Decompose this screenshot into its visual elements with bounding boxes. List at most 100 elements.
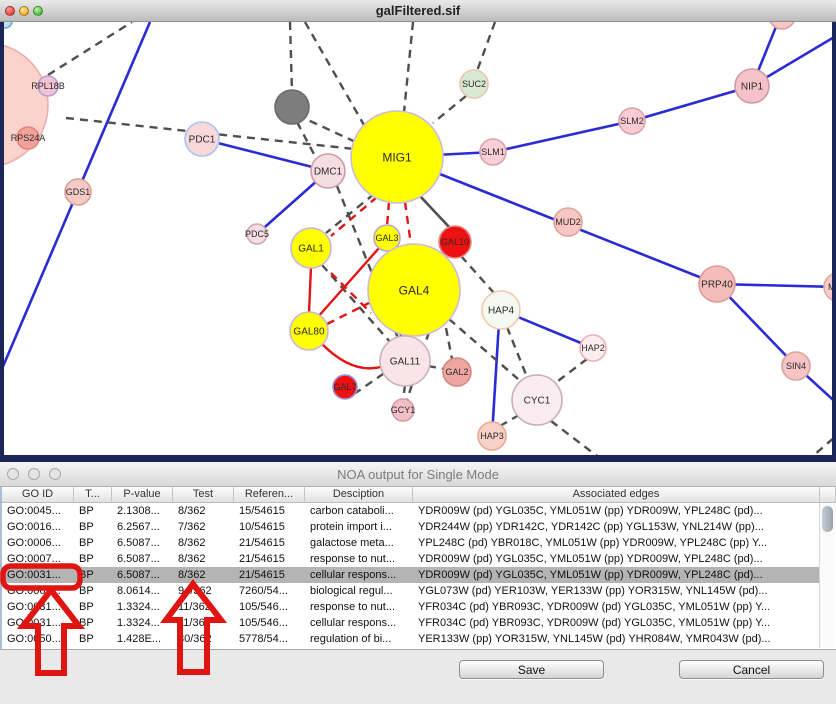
node-label-SLM2: SLM2 [620, 116, 644, 126]
cell: 105/546... [234, 599, 305, 615]
cell: 6.5087... [112, 567, 173, 583]
cell: GO:0031... [2, 615, 74, 631]
node-label-GAL10: GAL10 [441, 237, 469, 247]
cell: 7/362 [173, 519, 234, 535]
cell: 11/362 [173, 599, 234, 615]
column-header-associated-edges[interactable]: Associated edges [413, 487, 820, 503]
cell: 8/362 [173, 551, 234, 567]
node-label-GAL80: GAL80 [293, 327, 325, 338]
cell: 15/54615 [234, 503, 305, 519]
column-header-p-value[interactable]: P-value [112, 487, 173, 503]
cell: galactose meta... [305, 535, 413, 551]
table-row[interactable]: GO:0031...BP1.3324...11/362105/546...cel… [2, 615, 819, 631]
node-label-GAL3: GAL3 [375, 233, 398, 243]
cell: GO:0065... [2, 583, 74, 599]
cell: 80/362 [173, 631, 234, 647]
node-label-HAP3: HAP3 [480, 431, 504, 441]
cell: protein import i... [305, 519, 413, 535]
node-label-GAL2: GAL2 [445, 367, 468, 377]
cell: 8/362 [173, 567, 234, 583]
vertical-scrollbar[interactable] [819, 503, 835, 648]
cell: 21/54615 [234, 567, 305, 583]
cell: 1.3324... [112, 599, 173, 615]
node-label-NIP1: NIP1 [741, 82, 764, 93]
cell: YDR009W (pd) YGL035C, YML051W (pp) YDR00… [413, 567, 820, 583]
column-header-scroll[interactable] [820, 487, 836, 503]
cell: 10/54615 [234, 519, 305, 535]
noa-titlebar[interactable]: NOA output for Single Mode [0, 462, 836, 487]
cell: GO:0007... [2, 551, 74, 567]
node-label-GAL1: GAL1 [298, 244, 324, 255]
cell: 11/362 [173, 615, 234, 631]
node-label-PRP40: PRP40 [701, 280, 733, 291]
scrollbar-thumb[interactable] [822, 506, 833, 532]
column-header-t-[interactable]: T... [74, 487, 112, 503]
table-row[interactable]: GO:0016...BP6.2567...7/36210/54615protei… [2, 519, 819, 535]
cell: YDR009W (pd) YGL035C, YML051W (pp) YDR00… [413, 503, 820, 519]
cell: 105/546... [234, 615, 305, 631]
cell: 8.0614... [112, 583, 173, 599]
cell: 2.1308... [112, 503, 173, 519]
column-header-desciption[interactable]: Desciption [305, 487, 413, 503]
node-label-GAL4: GAL4 [399, 283, 430, 297]
cell: BP [74, 503, 112, 519]
node-label-SLM1: SLM1 [481, 147, 505, 157]
cell: YDR009W (pd) YGL035C, YML051W (pp) YDR00… [413, 551, 820, 567]
cell: YGL073W (pd) YER103W, YER133W (pp) YOR31… [413, 583, 820, 599]
node-label-DMC1: DMC1 [314, 167, 343, 178]
screen: galFiltered.sif RPL18BRPS24AGDS1PDC1DMC1… [0, 0, 836, 704]
cell: BP [74, 519, 112, 535]
cell: GO:0016... [2, 519, 74, 535]
table-row[interactable]: GO:0050...BP1.428E...80/3625778/54...reg… [2, 631, 819, 647]
table-row[interactable]: GO:0006...BP6.5087...8/36221/54615galact… [2, 535, 819, 551]
node-label-HAP2: HAP2 [581, 343, 605, 353]
cell: BP [74, 615, 112, 631]
cell: GO:0050... [2, 631, 74, 647]
node-label-SIN4: SIN4 [786, 361, 806, 371]
table-row[interactable]: GO:0031...BP1.3324...11/362105/546...res… [2, 599, 819, 615]
cell: YER133W (pp) YOR315W, YNL145W (pd) YHR08… [413, 631, 820, 647]
cell: 21/54615 [234, 535, 305, 551]
node-label-HAP4: HAP4 [488, 306, 515, 317]
network-canvas[interactable]: RPL18BRPS24AGDS1PDC1DMC1MIG1SUC2SLM1SLM2… [0, 22, 836, 462]
cell: 5778/54... [234, 631, 305, 647]
node-label-SUC2: SUC2 [462, 79, 486, 89]
cell: cellular respons... [305, 567, 413, 583]
save-button[interactable]: Save [459, 660, 604, 679]
cell: 8/362 [173, 503, 234, 519]
results-table: GO IDT...P-valueTestReferen...Desciption… [0, 487, 836, 650]
noa-window: NOA output for Single Mode GO IDT...P-va… [0, 462, 836, 704]
cell: BP [74, 567, 112, 583]
network-titlebar[interactable]: galFiltered.sif [0, 0, 836, 22]
table-row[interactable]: GO:0045...BP2.1308...8/36215/54615carbon… [2, 503, 819, 519]
column-header-referen-[interactable]: Referen... [234, 487, 305, 503]
cell: 21/54615 [234, 551, 305, 567]
table-row[interactable]: GO:0065...BP8.0614...94/3627260/54...bio… [2, 583, 819, 599]
cell: GO:0006... [2, 535, 74, 551]
table-row-selected[interactable]: GO:0031...BP6.5087...8/36221/54615cellul… [2, 567, 819, 583]
cell: BP [74, 583, 112, 599]
column-header-go-id[interactable]: GO ID [2, 487, 74, 503]
node-label-MIG1: MIG1 [382, 150, 412, 164]
node-label-GDS1: GDS1 [66, 187, 91, 197]
node-gray-node[interactable] [275, 90, 309, 124]
cell: 6.5087... [112, 535, 173, 551]
network-window: galFiltered.sif RPL18BRPS24AGDS1PDC1DMC1… [0, 0, 836, 462]
table-row[interactable]: GO:0007...BP6.5087...8/36221/54615respon… [2, 551, 819, 567]
cell: BP [74, 631, 112, 647]
cell: BP [74, 551, 112, 567]
cell: response to nut... [305, 551, 413, 567]
cell: regulation of bi... [305, 631, 413, 647]
node-label-RPL18B: RPL18B [31, 81, 65, 91]
table-header: GO IDT...P-valueTestReferen...Desciption… [2, 487, 836, 503]
column-header-test[interactable]: Test [173, 487, 234, 503]
cell: biological regul... [305, 583, 413, 599]
node-label-GAL11: GAL11 [390, 357, 421, 368]
cell: YDR244W (pp) YDR142C, YDR142C (pp) YGL15… [413, 519, 820, 535]
node-label-PDC1: PDC1 [189, 135, 216, 146]
cell: response to nut... [305, 599, 413, 615]
cell: 6.5087... [112, 551, 173, 567]
cancel-button[interactable]: Cancel [679, 660, 824, 679]
cell: carbon cataboli... [305, 503, 413, 519]
cell: 7260/54... [234, 583, 305, 599]
